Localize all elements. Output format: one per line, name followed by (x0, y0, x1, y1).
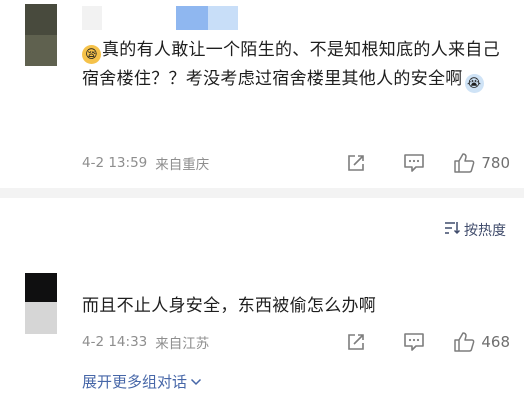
comment-location: 来自江苏 (155, 336, 210, 352)
comment-icon[interactable] (403, 152, 425, 174)
avatar[interactable] (25, 273, 57, 334)
sort-icon (444, 221, 461, 239)
avatar[interactable] (25, 4, 57, 66)
comment-actions: 468 (345, 330, 510, 354)
like-count: 468 (481, 333, 510, 351)
expand-more-button[interactable]: 展开更多组对话 (82, 371, 202, 392)
username-blurred[interactable] (82, 6, 238, 30)
comment-date: 4-2 14:33 (82, 334, 148, 350)
comment-item: 而且不止人身安全，东西被偷怎么办啊 4-2 14:33 来自江苏 468 (0, 270, 524, 400)
like-icon (453, 152, 475, 174)
like-button[interactable]: 468 (453, 331, 510, 353)
comment-text: 而且不止人身安全，东西被偷怎么办啊 (82, 292, 512, 321)
comment-location: 来自重庆 (155, 157, 210, 173)
chevron-down-icon (190, 373, 202, 391)
like-button[interactable]: 780 (453, 152, 510, 174)
sort-toggle[interactable]: 按热度 (444, 220, 506, 240)
comment-text-body: 而且不止人身安全，东西被偷怎么办啊 (82, 296, 377, 316)
comment-item: 😪 真的有人敢让一个陌生的、不是知根知底的人来自己宿舍楼住？？考没考虑过宿舍楼里其… (0, 0, 524, 188)
comment-text-body: 真的有人敢让一个陌生的、不是知根知底的人来自己宿舍楼住？？考没考虑过宿舍楼里其他… (82, 40, 500, 89)
comment-actions: 780 (345, 151, 510, 175)
forward-icon[interactable] (345, 152, 367, 174)
comment-icon[interactable] (403, 331, 425, 353)
expand-label: 展开更多组对话 (82, 373, 188, 391)
like-count: 780 (481, 154, 510, 172)
sort-label: 按热度 (464, 223, 506, 239)
like-icon (453, 331, 475, 353)
forward-icon[interactable] (345, 331, 367, 353)
comment-date: 4-2 13:59 (82, 155, 148, 171)
sleepy-face-icon: 😪 (82, 45, 101, 64)
crying-face-icon: 😭 (464, 74, 484, 93)
comment-meta: 4-2 13:59 来自重庆 (82, 153, 209, 173)
comment-text: 😪 真的有人敢让一个陌生的、不是知根知底的人来自己宿舍楼住？？考没考虑过宿舍楼里其… (82, 36, 512, 94)
section-divider (0, 188, 524, 198)
comment-meta: 4-2 14:33 来自江苏 (82, 332, 209, 352)
